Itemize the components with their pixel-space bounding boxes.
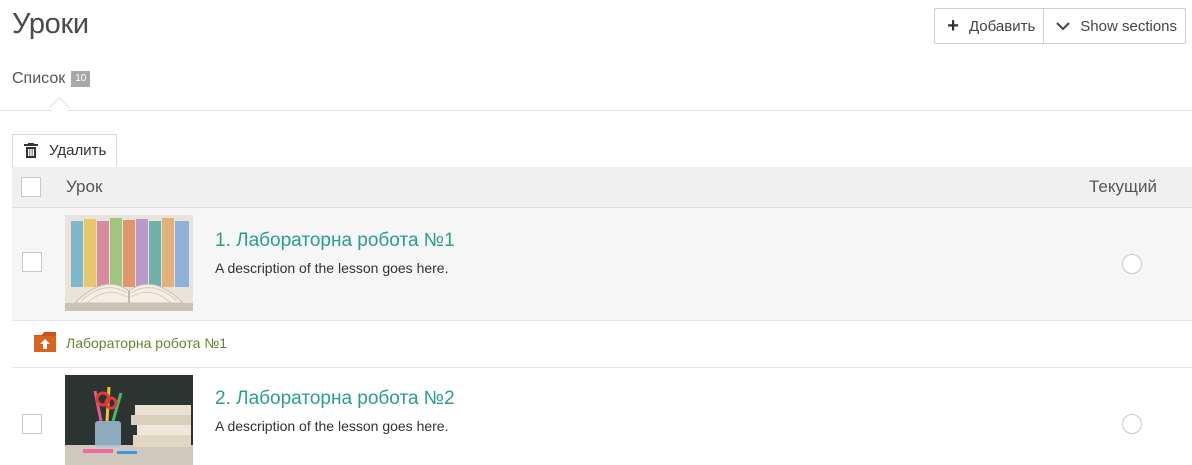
lesson-description: A description of the lesson goes here.: [215, 418, 449, 434]
tab-bar: Список 10: [0, 60, 1192, 119]
active-tab-indicator: [48, 96, 71, 119]
lesson-title-link[interactable]: 1. Лабораторна робота №1: [215, 230, 455, 252]
section-link[interactable]: Лабораторна робота №1: [66, 335, 227, 351]
row-checkbox[interactable]: [22, 414, 42, 434]
folder-upload-icon: [34, 332, 56, 357]
show-sections-button[interactable]: Show sections: [1043, 9, 1185, 43]
page-title: Уроки: [12, 8, 89, 40]
plus-icon: +: [947, 15, 959, 37]
row-checkbox[interactable]: [22, 252, 42, 272]
section-row: Лабораторна робота №1: [12, 321, 1192, 368]
lesson-thumbnail[interactable]: [65, 215, 193, 311]
show-sections-label: Show sections: [1080, 17, 1177, 35]
delete-button[interactable]: Удалить: [12, 134, 118, 166]
delete-button-label: Удалить: [49, 142, 107, 159]
table-header: Урок Текущий: [12, 167, 1192, 208]
add-button[interactable]: + Добавить: [935, 9, 1043, 43]
trash-icon: [23, 142, 39, 159]
lesson-thumbnail[interactable]: [65, 375, 193, 465]
tab-list[interactable]: Список 10: [12, 70, 91, 88]
lesson-title-link[interactable]: 2. Лабораторна робота №2: [215, 388, 455, 410]
select-all-checkbox[interactable]: [21, 177, 41, 197]
table-row: 2. Лабораторна робота №2 A description o…: [12, 368, 1192, 465]
column-header-lesson: Урок: [66, 177, 103, 196]
tab-count-badge: 10: [71, 71, 91, 87]
lesson-description: A description of the lesson goes here.: [215, 260, 449, 276]
tab-list-label: Список: [12, 70, 66, 87]
add-button-label: Добавить: [968, 17, 1036, 35]
chevron-down-icon: [1056, 21, 1070, 31]
top-actions: + Добавить Show sections: [934, 8, 1186, 44]
current-lesson-radio[interactable]: [1122, 254, 1142, 274]
table-row: 1. Лабораторна робота №1 A description o…: [12, 208, 1192, 321]
column-header-current: Текущий: [1089, 177, 1157, 196]
current-lesson-radio[interactable]: [1122, 414, 1142, 434]
